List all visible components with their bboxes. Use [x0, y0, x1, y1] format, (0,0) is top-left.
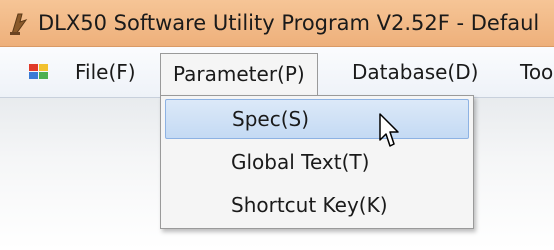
mouse-cursor-icon: [379, 113, 399, 147]
title-bar: DLX50 Software Utility Program V2.52F - …: [0, 0, 554, 47]
menu-bar: File(F) Parameter(P) Database(D) Too: [0, 47, 554, 98]
menu-parameter[interactable]: Parameter(P): [160, 53, 318, 97]
menu-item-global-text[interactable]: Global Text(T): [165, 142, 469, 182]
menu-tools[interactable]: Too: [520, 47, 553, 97]
window-title: DLX50 Software Utility Program V2.52F - …: [38, 11, 540, 35]
system-menu-icon[interactable]: [28, 61, 52, 81]
parameter-dropdown-menu: Spec(S) Global Text(T) Shortcut Key(K): [160, 95, 474, 229]
menu-file[interactable]: File(F): [75, 47, 136, 97]
menu-database[interactable]: Database(D): [352, 47, 478, 97]
menu-item-spec[interactable]: Spec(S): [165, 99, 469, 139]
menu-item-shortcut-key[interactable]: Shortcut Key(K): [165, 185, 469, 225]
app-icon[interactable]: [8, 10, 30, 36]
